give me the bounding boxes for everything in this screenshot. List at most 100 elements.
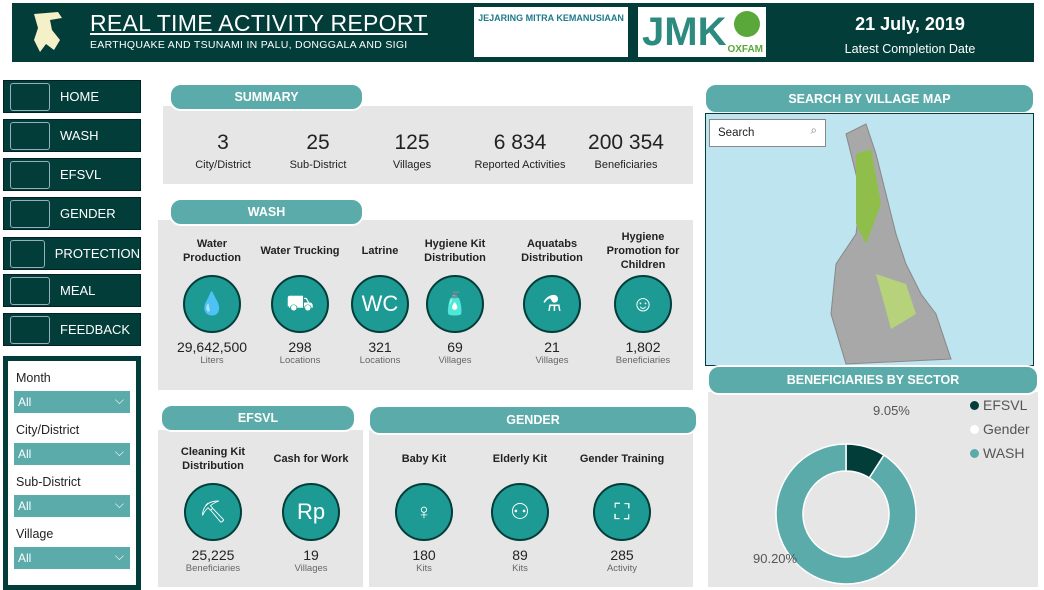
item-title: Aquatabs Distribution	[521, 238, 583, 264]
item-unit: Kits	[512, 563, 528, 574]
gender-item: Elderly Kit ⚇ 89 Kits	[475, 441, 565, 574]
filter-dropdown-city-district[interactable]: All ⌵	[14, 443, 130, 465]
slice-label: 9.05%	[873, 403, 910, 418]
legend-dot	[970, 400, 979, 410]
village-map[interactable]	[705, 113, 1034, 366]
nav-label: GENDER	[60, 206, 116, 221]
wash-item: Aquatabs Distribution ⚗ 21 Villages	[507, 233, 597, 366]
shield-icon	[10, 239, 45, 268]
legend-label: Gender	[983, 421, 1030, 437]
wheat-icon	[10, 160, 50, 189]
people-icon	[10, 199, 50, 228]
filter-dropdown-sub-district[interactable]: All ⌵	[14, 495, 130, 517]
stat-value: 200 354	[588, 131, 664, 154]
report-subtitle: EARTHQUAKE AND TSUNAMI IN PALU, DONGGALA…	[90, 39, 408, 51]
filter-label: Month	[16, 371, 51, 385]
item-title: Hygiene Promotion for Children	[606, 231, 680, 271]
wheelbarrow-icon: ⛏	[184, 483, 242, 541]
nav-wash[interactable]: WASH	[3, 119, 141, 152]
completion-date-label: Latest Completion Date	[844, 42, 976, 56]
nav-gender[interactable]: GENDER	[3, 197, 141, 230]
chevron-down-icon: ⌵	[114, 445, 124, 459]
nav-efsvl[interactable]: EFSVL	[3, 158, 141, 191]
children-icon: ☺	[614, 275, 672, 333]
summary-stat: 200 354 Beneficiaries	[571, 131, 681, 173]
sulawesi-map-logo	[34, 12, 62, 52]
gender-item: Baby Kit ♀ 180 Kits	[379, 441, 469, 574]
chevron-down-icon: ⌵	[114, 393, 124, 407]
aquatabs-icon: ⚗	[523, 275, 581, 333]
filter-value: All	[18, 395, 32, 409]
efsvl-header: EFSVL	[160, 404, 356, 432]
legend-item-gender[interactable]: Gender	[970, 421, 1030, 437]
stat-label: Villages	[392, 159, 432, 171]
nav-protection[interactable]: PROTECTION	[3, 237, 141, 270]
hygiene-kit-icon: 🧴	[426, 275, 484, 333]
water-truck-icon: ⛟	[271, 275, 329, 333]
home-icon	[10, 82, 50, 111]
item-unit: Kits	[416, 563, 432, 574]
item-value: 298	[288, 339, 312, 355]
ballot-box-icon	[10, 315, 50, 344]
item-value: 29,642,500	[176, 339, 248, 355]
jmk-partners-logo: JEJARING MITRA KEMANUSIAAN	[474, 7, 628, 57]
item-unit: Activity	[606, 563, 638, 574]
item-value: 25,225	[191, 547, 235, 563]
wc-icon: WC	[351, 275, 409, 333]
stat-value: 6 834	[493, 131, 547, 154]
cash-icon: Rp	[282, 483, 340, 541]
summary-stat: 3 City/District	[168, 131, 278, 173]
item-value: 180	[412, 547, 436, 563]
legend-item-efsvl[interactable]: EFSVL	[970, 397, 1027, 413]
summary-stat: 125 Villages	[357, 131, 467, 173]
wash-item: Hygiene Kit Distribution 🧴 69 Villages	[410, 233, 500, 366]
completion-date: 21 July, 2019	[855, 14, 965, 34]
jmk-oxfam-logo: JMK OXFAM	[638, 7, 766, 57]
nav-label: PROTECTION	[54, 246, 140, 261]
item-title: Cleaning Kit Distribution	[180, 446, 246, 472]
search-icon: ⌕	[810, 125, 817, 137]
chevron-down-icon: ⌵	[114, 549, 124, 563]
filter-value: All	[18, 447, 32, 461]
filter-value: All	[18, 551, 32, 565]
magnifier-icon	[10, 276, 50, 305]
legend-label: EFSVL	[983, 397, 1028, 413]
item-title: Cash for Work	[273, 453, 349, 465]
item-value: 69	[447, 339, 463, 355]
filter-dropdown-month[interactable]: All ⌵	[14, 391, 130, 413]
filter-label: Village	[16, 527, 54, 541]
training-icon: ⛶	[593, 483, 651, 541]
chart-header: BENEFICIARIES BY SECTOR	[707, 365, 1039, 395]
faucet-icon	[10, 121, 50, 150]
filter-label: Sub-District	[16, 475, 81, 489]
nav-label: FEEDBACK	[60, 322, 131, 337]
map-header: SEARCH BY VILLAGE MAP	[704, 83, 1035, 114]
item-title: Gender Training	[579, 453, 665, 465]
map-search-input[interactable]: Search ⌕	[709, 119, 826, 147]
filter-dropdown-village[interactable]: All ⌵	[14, 547, 130, 569]
legend-item-wash[interactable]: WASH	[970, 445, 1024, 461]
report-title: REAL TIME ACTIVITY REPORT	[90, 10, 428, 36]
legend-dot	[970, 448, 979, 458]
item-unit: Beneficiaries	[615, 355, 671, 366]
nav-home[interactable]: HOME	[3, 80, 141, 113]
wash-item: Water Production 💧 29,642,500 Liters	[167, 233, 257, 366]
item-title: Elderly Kit	[492, 453, 548, 465]
filter-value: All	[18, 499, 32, 513]
slice-label: 90.20%	[753, 551, 798, 566]
item-unit: Liters	[200, 355, 224, 366]
wash-header: WASH	[169, 198, 364, 226]
map-regions	[830, 123, 952, 365]
item-title: Water Production	[182, 238, 242, 264]
legend-label: WASH	[983, 445, 1025, 461]
nav-feedback[interactable]: FEEDBACK	[3, 313, 141, 346]
item-title: Hygiene Kit Distribution	[424, 238, 486, 264]
efsvl-item: Cleaning Kit Distribution ⛏ 25,225 Benefici…	[168, 441, 258, 574]
item-value: 285	[610, 547, 634, 563]
filter-label: City/District	[16, 423, 80, 437]
summary-stat: 6 834 Reported Activities	[465, 131, 575, 173]
efsvl-item: Cash for Work Rp 19 Villages	[266, 441, 356, 574]
stat-label: City/District	[195, 159, 251, 171]
nav-meal[interactable]: MEAL	[3, 274, 141, 307]
gender-item: Gender Training ⛶ 285 Activity	[577, 441, 667, 574]
